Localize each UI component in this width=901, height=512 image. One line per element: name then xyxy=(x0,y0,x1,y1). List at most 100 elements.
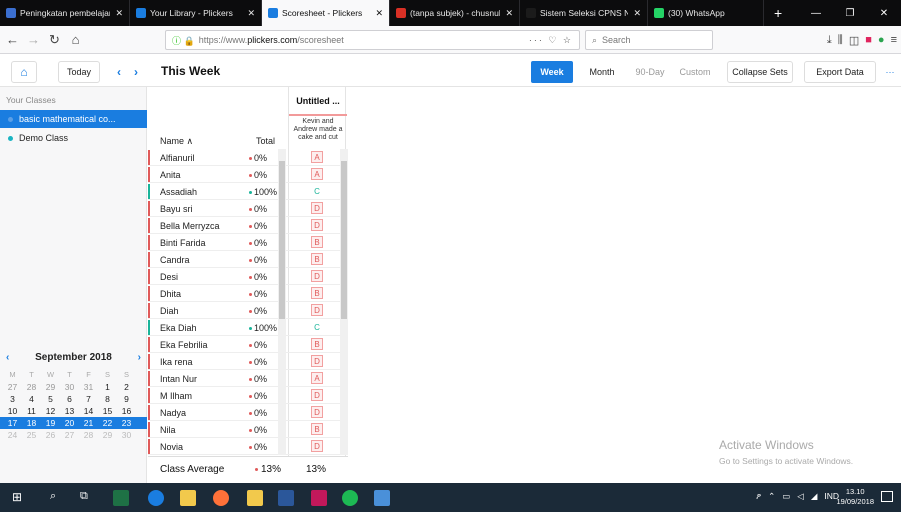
calendar-week[interactable]: 27 28 29 30 31 1 2 xyxy=(0,381,147,393)
info-icon[interactable]: ⓘ 🔒 xyxy=(172,34,195,47)
extension2-icon[interactable]: ● xyxy=(878,34,885,46)
network-icon[interactable]: ◢ xyxy=(811,491,818,502)
store-icon[interactable] xyxy=(180,490,196,506)
download-icon[interactable]: ⤓ xyxy=(827,34,832,47)
calendar-day[interactable]: 25 xyxy=(22,429,41,441)
calendar-day[interactable]: 10 xyxy=(3,405,22,417)
browser-tab[interactable]: Sistem Seleksi CPNS Nasiona ✕ xyxy=(520,0,648,26)
calendar-day[interactable]: 22 xyxy=(98,417,117,429)
menu-icon[interactable]: ≡ xyxy=(891,34,897,46)
calendar-week[interactable]: 10 11 12 13 14 15 16 xyxy=(0,405,147,417)
table-row[interactable]: Ika rena 0% D xyxy=(148,353,348,370)
app-icon[interactable] xyxy=(311,490,327,506)
forward-icon[interactable]: → xyxy=(25,32,42,47)
calendar-day[interactable]: 28 xyxy=(79,429,98,441)
calendar-week[interactable]: 17 18 19 20 21 22 23 xyxy=(0,417,147,429)
student-answer[interactable]: B xyxy=(311,236,323,248)
calendar-day[interactable]: 30 xyxy=(60,381,79,393)
student-answer[interactable]: A xyxy=(311,151,323,163)
calendar-day[interactable]: 29 xyxy=(98,429,117,441)
library-icon[interactable]: ⫼ xyxy=(838,34,843,47)
calendar-week[interactable]: 3456789 xyxy=(0,393,147,405)
table-row[interactable]: Binti Farida 0% B xyxy=(148,234,348,251)
table-row[interactable]: Intan Nur 0% A xyxy=(148,370,348,387)
calendar-prev-icon[interactable]: ‹ xyxy=(6,352,9,363)
calendar-day[interactable]: 5 xyxy=(41,393,60,405)
extension-icon[interactable]: ■ xyxy=(865,34,872,46)
tray-chevron-icon[interactable]: ⌃ xyxy=(768,491,775,502)
collapse-sets-button[interactable]: Collapse Sets xyxy=(727,61,793,83)
student-answer[interactable]: D xyxy=(311,406,323,418)
student-answer[interactable]: B xyxy=(311,423,323,435)
student-answer[interactable]: D xyxy=(311,389,323,401)
previous-week-button[interactable]: ‹ xyxy=(111,61,127,83)
scrollbar-thumb[interactable] xyxy=(341,161,347,319)
clock[interactable]: 13.10 19/09/2018 xyxy=(836,487,874,507)
calendar-day[interactable]: 15 xyxy=(98,405,117,417)
table-row[interactable]: Bella Merryzca 0% D xyxy=(148,217,348,234)
range-month-button[interactable]: Month xyxy=(581,61,623,83)
student-answer[interactable]: D xyxy=(311,219,323,231)
close-tab-icon[interactable]: ✕ xyxy=(247,8,255,19)
table-row[interactable]: Alfianuril 0% A xyxy=(148,149,348,166)
edge-icon[interactable] xyxy=(148,490,164,506)
calendar-day[interactable]: 11 xyxy=(22,405,41,417)
browser-tab[interactable]: (tanpa subjek) - chusnul ✕ xyxy=(390,0,520,26)
calendar-day[interactable]: 29 xyxy=(41,381,60,393)
battery-icon[interactable]: ▭ xyxy=(782,491,790,502)
calendar-day[interactable]: 9 xyxy=(117,393,136,405)
calendar-day[interactable]: 17 xyxy=(3,417,22,429)
student-answer[interactable]: C xyxy=(311,185,323,197)
calendar-day[interactable]: 14 xyxy=(79,405,98,417)
student-answer[interactable]: D xyxy=(311,440,323,452)
table-row[interactable]: Dhita 0% B xyxy=(148,285,348,302)
student-answer[interactable]: B xyxy=(311,253,323,265)
student-answer[interactable]: C xyxy=(311,321,323,333)
back-icon[interactable]: ← xyxy=(4,32,21,47)
calendar-day[interactable]: 3 xyxy=(3,393,22,405)
calendar-day[interactable]: 8 xyxy=(98,393,117,405)
name-column-header[interactable]: Name ∧ xyxy=(160,136,193,147)
table-row[interactable]: Nadya 0% D xyxy=(148,404,348,421)
table-row[interactable]: Diah 0% D xyxy=(148,302,348,319)
close-window-icon[interactable]: ✕ xyxy=(867,0,901,26)
maximize-icon[interactable]: ❐ xyxy=(833,0,867,26)
close-tab-icon[interactable]: ✕ xyxy=(505,8,513,19)
table-row[interactable]: Bayu sri 0% D xyxy=(148,200,348,217)
calendar-day[interactable]: 19 xyxy=(41,417,60,429)
new-tab-button[interactable]: + xyxy=(764,0,792,26)
calendar-day[interactable]: 31 xyxy=(79,381,98,393)
table-row[interactable]: Nila 0% B xyxy=(148,421,348,438)
calendar-day[interactable]: 18 xyxy=(22,417,41,429)
student-answer[interactable]: A xyxy=(311,168,323,180)
word-icon[interactable] xyxy=(278,490,294,506)
calendar-day[interactable]: 4 xyxy=(22,393,41,405)
people-icon[interactable]: ዖ xyxy=(756,491,761,502)
calendar-day[interactable]: 1 xyxy=(98,381,117,393)
calendar-day[interactable]: 26 xyxy=(41,429,60,441)
browser-tab[interactable]: Your Library - Plickers ✕ xyxy=(130,0,262,26)
scrollbar-thumb[interactable] xyxy=(279,161,285,319)
calendar-day[interactable]: 2 xyxy=(117,381,136,393)
calendar-day[interactable]: 27 xyxy=(3,381,22,393)
reload-icon[interactable]: ↻ xyxy=(46,32,63,48)
total-column-header[interactable]: Total xyxy=(256,136,275,146)
student-answer[interactable]: B xyxy=(311,287,323,299)
calendar-day[interactable]: 23 xyxy=(117,417,136,429)
task-view-icon[interactable]: ⧉ xyxy=(80,490,96,506)
class-item-basic-math[interactable]: basic mathematical co... xyxy=(0,110,147,128)
search-input[interactable]: ⌕ Search xyxy=(585,30,713,50)
close-tab-icon[interactable]: ✕ xyxy=(375,8,383,19)
browser-tab[interactable]: Peningkatan pembelajar ✕ xyxy=(0,0,130,26)
calendar-day[interactable]: 7 xyxy=(79,393,98,405)
table-row[interactable]: Candra 0% B xyxy=(148,251,348,268)
question-scrollbar[interactable] xyxy=(340,149,348,455)
home-button[interactable]: ⌂ xyxy=(11,61,37,83)
question-title[interactable]: Untitled ... xyxy=(289,87,347,116)
home-icon[interactable]: ⌂ xyxy=(67,32,84,47)
spotify-icon[interactable] xyxy=(342,490,358,506)
student-answer[interactable]: D xyxy=(311,355,323,367)
table-row[interactable]: Eka Febrilia 0% B xyxy=(148,336,348,353)
next-week-button[interactable]: › xyxy=(128,61,144,83)
table-row[interactable]: Eka Diah 100% C xyxy=(148,319,348,336)
